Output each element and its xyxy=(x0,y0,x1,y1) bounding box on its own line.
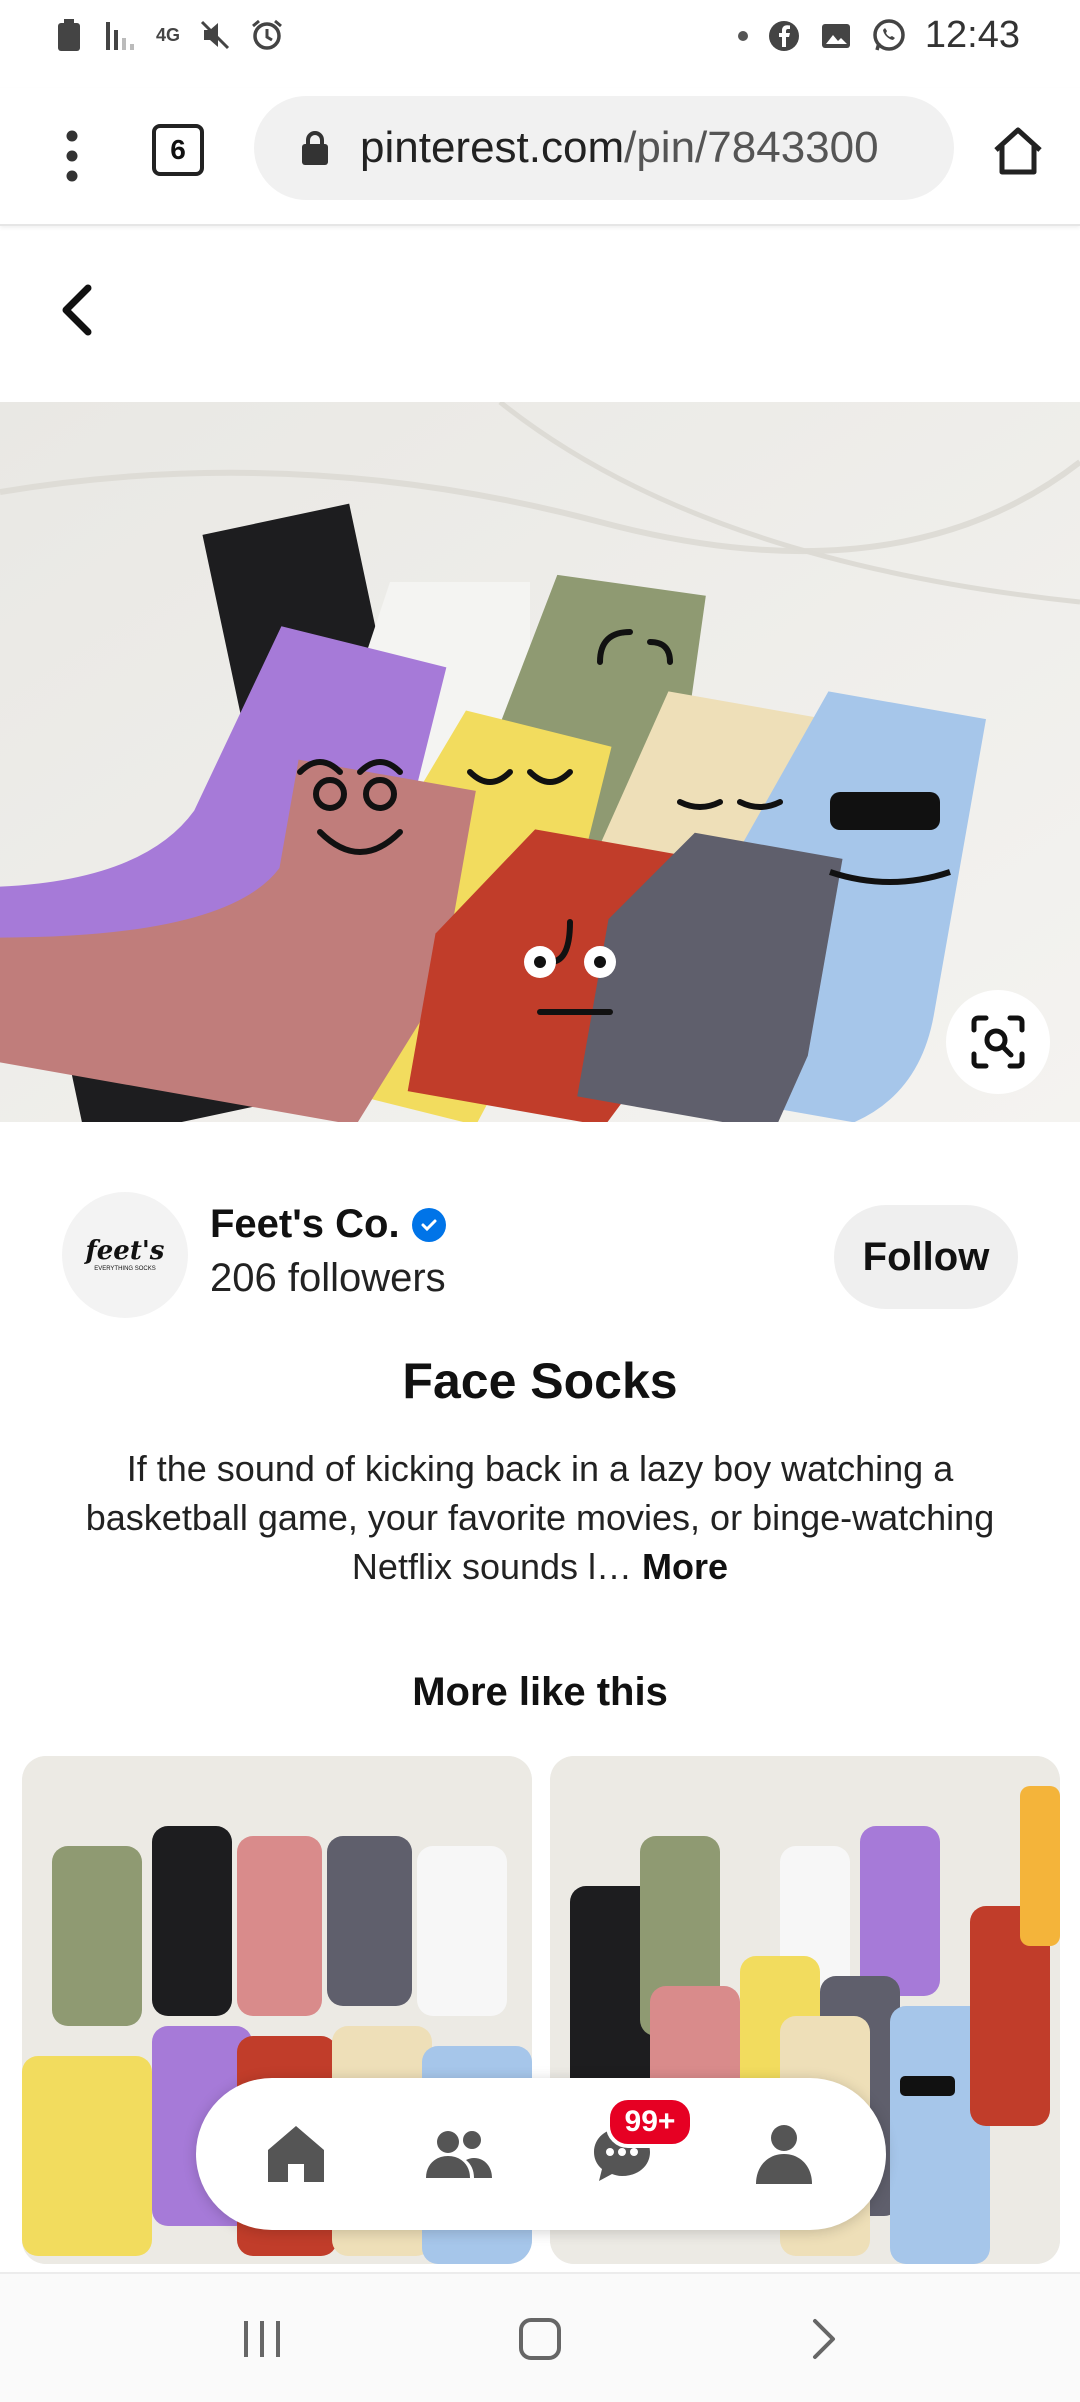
visual-search-button[interactable] xyxy=(946,990,1050,1094)
pin-description: If the sound of kicking back in a lazy b… xyxy=(70,1444,1010,1591)
system-home-icon xyxy=(519,2318,561,2360)
tab-switcher-button[interactable]: 6 xyxy=(152,124,204,176)
socks-photo xyxy=(0,402,1080,1122)
dot-icon xyxy=(737,30,748,41)
facebook-icon xyxy=(768,20,799,51)
following-icon xyxy=(426,2131,492,2178)
browser-toolbar: 6 pinterest.com/pin/7843300 xyxy=(0,88,1080,226)
more-like-this-heading: More like this xyxy=(412,1670,668,1714)
url-path: /pin/7843300 xyxy=(624,123,879,172)
url-text: pinterest.com/pin/7843300 xyxy=(360,123,940,173)
notification-badge: 99+ xyxy=(606,2096,694,2148)
creator-avatar[interactable]: feet's EVERYTHING SOCKS xyxy=(62,1192,188,1318)
pin-image[interactable] xyxy=(0,402,1080,1122)
alarm-icon xyxy=(252,19,282,50)
verified-badge-icon xyxy=(411,1207,446,1242)
creator-name-text: Feet's Co. xyxy=(210,1202,400,1246)
pin-title: Face Socks xyxy=(402,1353,678,1409)
home-icon[interactable] xyxy=(990,124,1046,180)
network-type: 4G xyxy=(156,24,181,45)
pin-description-text: If the sound of kicking back in a lazy b… xyxy=(85,1448,995,1587)
clock: 12:43 xyxy=(924,14,1020,56)
gallery-icon xyxy=(821,23,850,48)
whatsapp-icon xyxy=(873,18,905,51)
system-navigation-bar xyxy=(0,2272,1080,2402)
profile-icon xyxy=(756,2125,812,2184)
lens-search-icon xyxy=(971,1015,1025,1069)
chevron-right-icon xyxy=(813,2319,835,2359)
back-arrow-icon[interactable] xyxy=(56,282,96,338)
follow-button[interactable]: Follow xyxy=(834,1205,1018,1309)
url-domain: pinterest.com xyxy=(360,123,625,172)
more-link[interactable]: More xyxy=(642,1546,728,1587)
recent-apps-icon xyxy=(244,2321,280,2357)
nav-home[interactable] xyxy=(236,2078,356,2230)
creator-name[interactable]: Feet's Co. xyxy=(210,1202,446,1247)
recent-apps-button[interactable] xyxy=(222,2304,302,2374)
nav-following[interactable] xyxy=(399,2078,519,2230)
signal-icon xyxy=(106,22,134,50)
system-home-button[interactable] xyxy=(500,2304,580,2374)
status-icons-left: 4G xyxy=(52,18,284,52)
system-back-button[interactable] xyxy=(784,2304,864,2374)
mute-icon xyxy=(200,20,230,50)
avatar-logo-subtext: EVERYTHING SOCKS xyxy=(94,1266,156,1272)
follower-count: 206 followers xyxy=(210,1256,446,1300)
bottom-navigation: 99+ xyxy=(196,2078,886,2230)
lock-icon xyxy=(302,131,328,165)
home-icon xyxy=(268,2126,324,2182)
battery-icon xyxy=(58,19,80,51)
status-bar: 4G 12:43 xyxy=(0,0,1080,78)
nav-profile[interactable] xyxy=(724,2078,844,2230)
status-icons-right: 12:43 xyxy=(737,14,1020,57)
avatar-logo-text: feet's xyxy=(85,1236,165,1266)
browser-menu-icon[interactable] xyxy=(52,126,92,186)
address-bar[interactable]: pinterest.com/pin/7843300 xyxy=(254,96,954,200)
